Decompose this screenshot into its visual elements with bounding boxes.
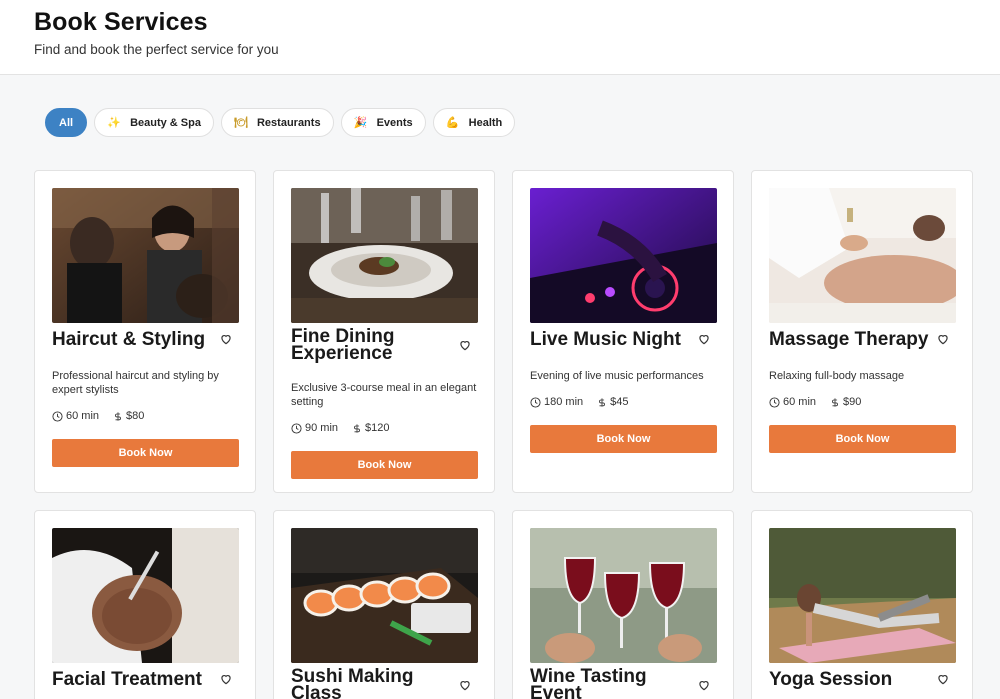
flexed-biceps-icon: 💪 [445, 117, 460, 129]
heart-icon[interactable] [458, 678, 472, 692]
service-card: Live Music Night Evening of live music p… [512, 170, 734, 493]
service-image-yoga [769, 528, 956, 663]
heart-icon[interactable] [458, 338, 472, 352]
filter-all[interactable]: All [45, 108, 88, 137]
service-card: Fine Dining Experience Exclusive 3-cours… [273, 170, 495, 493]
filter-label: Restaurants [256, 116, 321, 129]
service-description: Exclusive 3-course meal in an elegant se… [291, 382, 477, 408]
service-duration: 60 min [783, 396, 817, 408]
clock-icon [291, 422, 302, 434]
service-duration: 180 min [544, 396, 584, 408]
service-price: $45 [610, 396, 629, 408]
filter-restaurants[interactable]: 🍽 Restaurants [220, 108, 334, 137]
page-subtitle: Find and book the perfect service for yo… [34, 42, 279, 57]
category-filters: All ✨ Beauty & Spa 🍽 Restaurants 🎉 Event… [45, 108, 516, 137]
party-popper-icon: 🎉 [353, 117, 368, 129]
sparkles-icon: ✨ [107, 117, 121, 129]
dollar-icon [354, 423, 360, 433]
service-title: Facial Treatment [52, 668, 202, 690]
service-title: Wine Tasting Event [530, 666, 647, 699]
service-card: Sushi Making Class [273, 510, 495, 699]
service-description: Professional haircut and styling by expe… [52, 370, 219, 396]
service-card: Wine Tasting Event [512, 510, 734, 699]
filter-label: Health [468, 116, 503, 129]
service-price: $120 [365, 422, 390, 434]
service-meta: 60 min $90 [769, 396, 955, 408]
heart-icon[interactable] [936, 332, 950, 346]
heart-icon[interactable] [936, 672, 950, 686]
heart-icon[interactable] [697, 332, 711, 346]
service-price: $90 [843, 396, 862, 408]
service-title: Sushi Making Class [291, 666, 414, 699]
main-content: All ✨ Beauty & Spa 🍽 Restaurants 🎉 Event… [0, 75, 1000, 699]
page-title: Book Services [34, 8, 208, 36]
filter-beauty-spa[interactable]: ✨ Beauty & Spa [94, 108, 214, 137]
service-image-barbershop [52, 188, 239, 323]
heart-icon[interactable] [219, 332, 233, 346]
service-card: Yoga Session [751, 510, 973, 699]
service-image-sushi-rolls [291, 528, 478, 663]
services-grid: Haircut & Styling Professional haircut a… [34, 170, 973, 699]
clock-icon [52, 410, 63, 422]
dollar-icon [599, 397, 605, 407]
filter-label: Events [376, 116, 413, 129]
service-meta: 60 min $80 [52, 410, 238, 422]
service-duration: 60 min [66, 410, 100, 422]
service-duration: 90 min [305, 422, 339, 434]
service-image-facial-mask [52, 528, 239, 663]
dollar-icon [115, 411, 121, 421]
service-description: Relaxing full-body massage [769, 370, 905, 382]
service-card: Haircut & Styling Professional haircut a… [34, 170, 256, 493]
service-image-wine-glasses [530, 528, 717, 663]
clock-icon [769, 396, 780, 408]
service-image-plated-dish [291, 188, 478, 323]
service-card: Facial Treatment [34, 510, 256, 699]
service-price: $80 [126, 410, 145, 422]
clock-icon [530, 396, 541, 408]
book-now-button[interactable]: Book Now [52, 439, 239, 467]
book-now-button[interactable]: Book Now [530, 425, 717, 453]
filter-events[interactable]: 🎉 Events [340, 108, 426, 137]
service-image-oil-massage [769, 188, 956, 323]
filter-label: Beauty & Spa [130, 116, 201, 129]
filter-health[interactable]: 💪 Health [432, 108, 516, 137]
service-title: Massage Therapy [769, 328, 929, 350]
service-title: Haircut & Styling [52, 328, 206, 350]
dollar-icon [832, 397, 838, 407]
service-card: Massage Therapy Relaxing full-body massa… [751, 170, 973, 493]
heart-icon[interactable] [697, 678, 711, 692]
fork-knife-icon: 🍽 [234, 117, 248, 129]
heart-icon[interactable] [219, 672, 233, 686]
book-now-button[interactable]: Book Now [291, 451, 478, 479]
service-image-dj-mixer [530, 188, 717, 323]
service-description: Evening of live music performances [530, 370, 704, 382]
service-title: Yoga Session [769, 668, 893, 690]
page-header: Book Services Find and book the perfect … [0, 0, 1000, 75]
service-meta: 90 min $120 [291, 422, 477, 434]
filter-label: All [59, 116, 74, 129]
service-meta: 180 min $45 [530, 396, 716, 408]
service-title: Fine Dining Experience [291, 326, 395, 364]
service-title: Live Music Night [530, 328, 681, 350]
book-now-button[interactable]: Book Now [769, 425, 956, 453]
